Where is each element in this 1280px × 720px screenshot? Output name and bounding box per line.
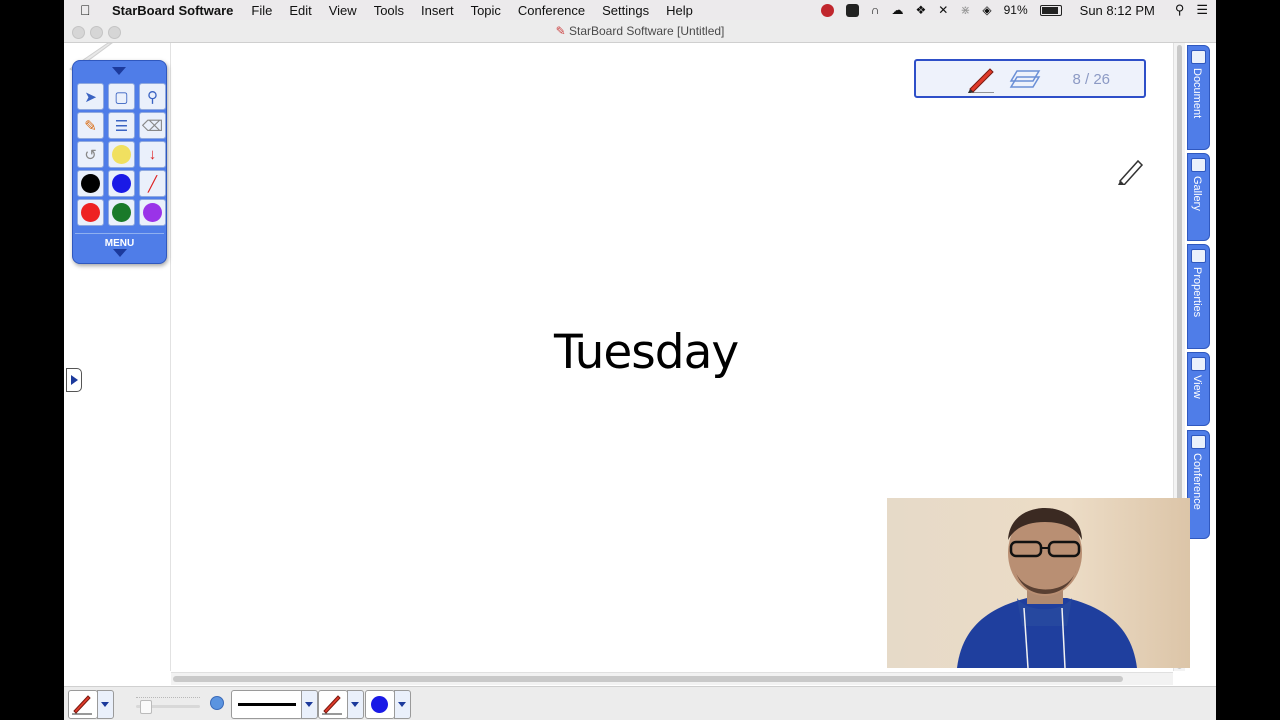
- line-width-button[interactable]: [231, 690, 303, 719]
- pen-tool-icon[interactable]: ✎: [77, 112, 104, 139]
- wifi-icon[interactable]: ◈: [982, 3, 991, 17]
- document-icon: [1191, 50, 1206, 64]
- color-button[interactable]: [365, 690, 395, 719]
- color-black[interactable]: [77, 170, 104, 197]
- pen-mode-button[interactable]: [68, 690, 98, 719]
- view-icon: [1191, 357, 1206, 371]
- paperclip-icon[interactable]: ∩: [871, 3, 880, 17]
- list-icon[interactable]: ☰: [1196, 2, 1208, 18]
- menu-file[interactable]: File: [251, 3, 272, 18]
- pen-mode-dropdown[interactable]: [97, 690, 114, 719]
- tab-properties-label: Properties: [1191, 267, 1203, 318]
- tab-gallery[interactable]: Gallery: [1187, 153, 1210, 241]
- canvas-text: Tuesday: [554, 325, 739, 380]
- tools-icon[interactable]: ✕: [938, 3, 948, 17]
- toolbox-menu-button[interactable]: MENU: [75, 233, 164, 261]
- horizontal-scroll-thumb[interactable]: [173, 676, 1123, 682]
- page-indicator[interactable]: 8 / 26: [914, 59, 1146, 98]
- highlighter-tool[interactable]: [108, 141, 135, 168]
- tab-document[interactable]: Document: [1187, 45, 1210, 150]
- conference-icon: [1191, 435, 1206, 449]
- tab-gallery-label: Gallery: [1191, 176, 1203, 211]
- undo-icon[interactable]: ↺: [77, 141, 104, 168]
- menu-tools[interactable]: Tools: [374, 3, 404, 18]
- eraser-tool-icon[interactable]: ⌫: [139, 112, 166, 139]
- webcam-video: [887, 498, 1190, 668]
- horizontal-scrollbar[interactable]: [171, 672, 1173, 685]
- color-blue[interactable]: [108, 170, 135, 197]
- apple-icon[interactable]: : [80, 2, 100, 18]
- cloud-icon[interactable]: ☁: [892, 3, 904, 17]
- screen:  StarBoard Software File Edit View Tool…: [64, 0, 1216, 720]
- record-icon[interactable]: [820, 3, 834, 17]
- tab-properties[interactable]: Properties: [1187, 244, 1210, 349]
- menu-settings[interactable]: Settings: [602, 3, 649, 18]
- menu-edit[interactable]: Edit: [289, 3, 311, 18]
- tab-conference[interactable]: Conference: [1187, 430, 1210, 539]
- zoom-tool-icon[interactable]: ⚲: [139, 83, 166, 110]
- menu-bar:  StarBoard Software File Edit View Tool…: [64, 0, 1216, 20]
- menu-view[interactable]: View: [329, 3, 357, 18]
- color-purple[interactable]: [139, 199, 166, 226]
- pen-icon: [968, 68, 994, 93]
- properties-icon: [1191, 249, 1206, 263]
- color-dropdown[interactable]: [394, 690, 411, 719]
- shapes-tool-icon[interactable]: ▢: [108, 83, 135, 110]
- battery-icon[interactable]: [1039, 4, 1062, 16]
- bluetooth-icon[interactable]: ⋇: [960, 3, 970, 17]
- line-width-dropdown[interactable]: [301, 690, 318, 719]
- floating-toolbox[interactable]: ➤ ▢ ⚲ ✎ ☰ ⌫ ↺ ↓ ╱ MENU: [72, 60, 167, 264]
- line-style-dropdown[interactable]: [347, 690, 364, 719]
- line-sample: [238, 703, 296, 706]
- status-area: ∩ ☁ ❖ ✕ ⋇ ◈ 91% Sun 8:12 PM ⚲ ☰: [820, 0, 1208, 20]
- menu-help[interactable]: Help: [666, 3, 693, 18]
- color-green[interactable]: [108, 199, 135, 226]
- clock[interactable]: Sun 8:12 PM: [1080, 3, 1155, 18]
- window-title: ✎ StarBoard Software [Untitled]: [64, 24, 1216, 38]
- battery-percent[interactable]: 91%: [1004, 3, 1028, 17]
- toolbox-collapse[interactable]: [73, 61, 166, 81]
- page-number: 8 / 26: [1072, 71, 1110, 88]
- search-icon[interactable]: ⚲: [1175, 2, 1185, 18]
- color-red[interactable]: [77, 199, 104, 226]
- slider-dot: [210, 696, 224, 710]
- toolbox-menu-label: MENU: [104, 238, 135, 249]
- layers-tool-icon[interactable]: ☰: [108, 112, 135, 139]
- pen-icon: [72, 695, 92, 715]
- presenter-image: [887, 498, 1190, 668]
- slider-thumb[interactable]: [140, 700, 152, 714]
- menu-conference[interactable]: Conference: [518, 3, 585, 18]
- chevron-right-icon: [70, 375, 78, 385]
- menu-insert[interactable]: Insert: [421, 3, 454, 18]
- dropbox-icon[interactable]: ❖: [916, 3, 927, 17]
- width-slider[interactable]: [130, 695, 224, 714]
- line-style-button[interactable]: [318, 690, 348, 719]
- window-title-text: StarBoard Software [Untitled]: [568, 24, 725, 38]
- tab-document-label: Document: [1191, 68, 1203, 119]
- tab-conference-label: Conference: [1191, 453, 1203, 510]
- tab-view-label: View: [1191, 375, 1203, 399]
- menu-topic[interactable]: Topic: [471, 3, 501, 18]
- insert-page-icon[interactable]: ↓: [139, 141, 166, 168]
- pen-icon: [322, 695, 342, 715]
- pen-cursor-icon: [1118, 159, 1144, 185]
- line-tool-icon[interactable]: ╱: [139, 170, 166, 197]
- select-tool-icon[interactable]: ➤: [77, 83, 104, 110]
- bottom-toolbar: [64, 686, 1216, 720]
- app-menu[interactable]: StarBoard Software: [112, 3, 233, 18]
- title-bar: ✎ StarBoard Software [Untitled]: [64, 20, 1216, 43]
- layers-icon: [1009, 70, 1041, 88]
- shield-icon[interactable]: [845, 3, 859, 17]
- gallery-icon: [1191, 158, 1206, 172]
- tab-view[interactable]: View: [1187, 352, 1210, 426]
- current-color-swatch: [371, 696, 388, 713]
- expand-panel-button[interactable]: [66, 368, 82, 392]
- doc-icon: ✎: [555, 24, 566, 38]
